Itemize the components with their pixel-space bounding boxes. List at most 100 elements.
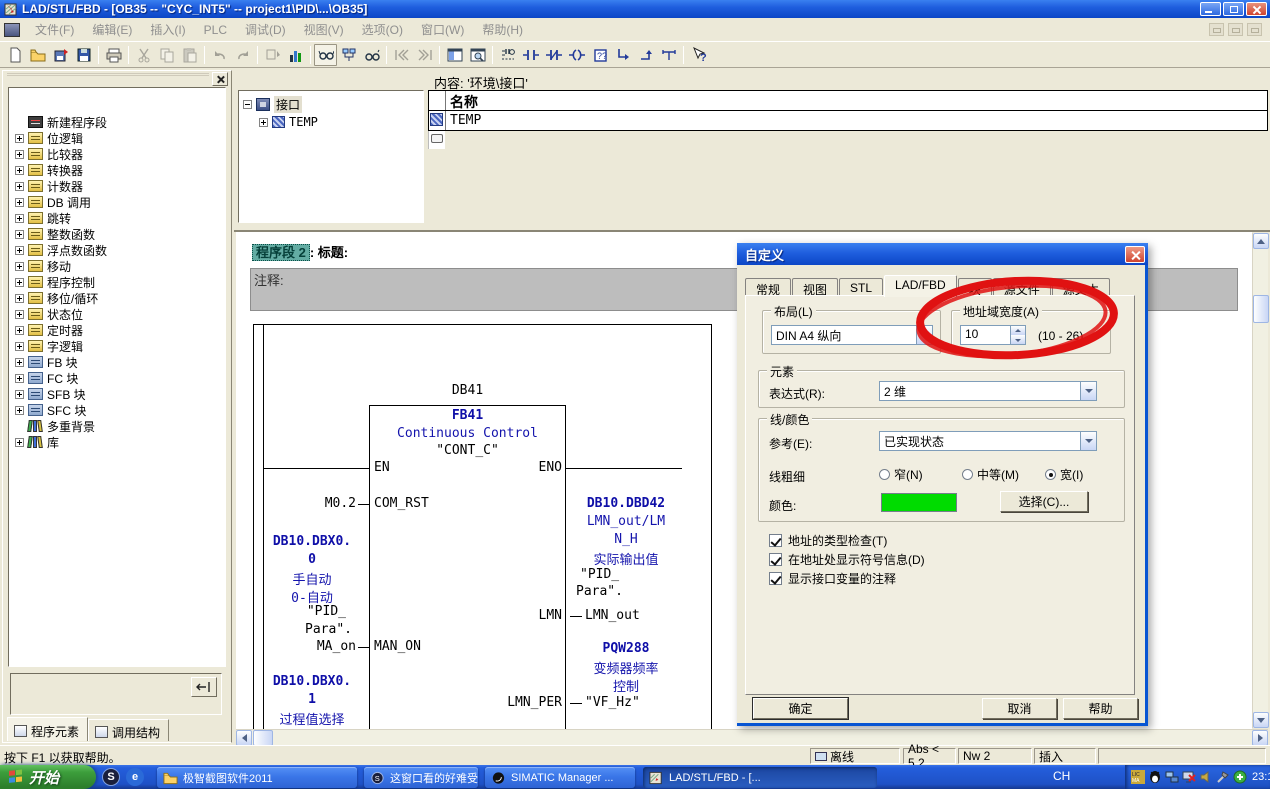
- layout-select[interactable]: DIN A4 纵向: [771, 325, 933, 345]
- expand-icon[interactable]: [15, 358, 24, 367]
- tree-item-timer[interactable]: 定时器: [13, 322, 107, 338]
- tree-item-sfb-blocks[interactable]: SFB 块: [13, 386, 107, 402]
- horizontal-scroll-thumb[interactable]: [253, 730, 273, 746]
- expand-icon[interactable]: [259, 118, 268, 127]
- expand-icon[interactable]: [15, 390, 24, 399]
- split-window-icon[interactable]: [443, 44, 466, 66]
- menu-edit[interactable]: 编辑(E): [83, 18, 141, 41]
- expand-icon[interactable]: [15, 166, 24, 175]
- scroll-right-icon[interactable]: [1252, 730, 1268, 746]
- tree-item-program-control[interactable]: 程序控制: [13, 274, 107, 290]
- qq-icon[interactable]: [1148, 770, 1162, 784]
- save-icon[interactable]: [72, 44, 95, 66]
- branch-t-icon[interactable]: [657, 44, 680, 66]
- network-label[interactable]: 程序段 2: [252, 244, 310, 261]
- vertical-scroll-thumb[interactable]: [1253, 295, 1269, 323]
- context-help-icon[interactable]: ?: [687, 44, 710, 66]
- radio-medium[interactable]: 中等(M): [962, 466, 1019, 483]
- contact-no-icon[interactable]: [519, 44, 542, 66]
- network-diagram[interactable]: DB41 FB41 Continuous Control "CONT_C" EN…: [253, 324, 712, 729]
- tree-item-new-network[interactable]: 新建程序段: [13, 114, 107, 130]
- paste-icon[interactable]: [178, 44, 201, 66]
- license-manager-icon[interactable]: LICMA: [1131, 770, 1145, 784]
- menu-help[interactable]: 帮助(H): [473, 18, 532, 41]
- collapse-icon[interactable]: [243, 100, 252, 109]
- network-view-icon[interactable]: [337, 44, 360, 66]
- tool-icon[interactable]: [1216, 770, 1230, 784]
- tree-item-sfc-blocks[interactable]: SFC 块: [13, 402, 107, 418]
- overview-window-icon[interactable]: [466, 44, 489, 66]
- expand-icon[interactable]: [15, 230, 24, 239]
- expand-icon[interactable]: [15, 326, 24, 335]
- download-plc-icon[interactable]: [261, 44, 284, 66]
- browser-s-icon[interactable]: S: [102, 768, 120, 786]
- chevron-down-icon[interactable]: [1080, 432, 1096, 450]
- display-disabled-icon[interactable]: [1182, 770, 1196, 784]
- language-indicator[interactable]: CH: [1053, 769, 1070, 783]
- tree-item-status-bits[interactable]: 状态位: [13, 306, 107, 322]
- expand-icon[interactable]: [15, 198, 24, 207]
- chevron-down-icon[interactable]: [1080, 382, 1096, 400]
- tree-item-counter[interactable]: 计数器: [13, 178, 107, 194]
- output-lmnper-address[interactable]: PQW288: [576, 641, 676, 656]
- save-online-icon[interactable]: [49, 44, 72, 66]
- print-icon[interactable]: [102, 44, 125, 66]
- menu-debug[interactable]: 调试(D): [236, 18, 295, 41]
- open-folder-icon[interactable]: [26, 44, 49, 66]
- expand-icon[interactable]: [15, 374, 24, 383]
- expand-icon[interactable]: [15, 150, 24, 159]
- expand-icon[interactable]: [15, 310, 24, 319]
- undo-icon[interactable]: [208, 44, 231, 66]
- mdi-child-icon[interactable]: [4, 23, 20, 37]
- spin-down-icon[interactable]: [1011, 335, 1025, 344]
- expand-icon[interactable]: [15, 438, 24, 447]
- cut-icon[interactable]: [132, 44, 155, 66]
- expand-icon[interactable]: [15, 342, 24, 351]
- help-button[interactable]: 帮助: [1063, 698, 1138, 719]
- internet-explorer-icon[interactable]: e: [126, 768, 144, 786]
- type-check-checkbox[interactable]: 地址的类型检查(T): [769, 532, 887, 549]
- menu-options[interactable]: 选项(O): [353, 18, 412, 41]
- tree-item-comparator[interactable]: 比较器: [13, 146, 107, 162]
- tree-item-fc-blocks[interactable]: FC 块: [13, 370, 107, 386]
- scroll-down-icon[interactable]: [1253, 712, 1269, 728]
- new-row-marker[interactable]: [428, 131, 445, 149]
- radio-narrow[interactable]: 窄(N): [879, 466, 923, 483]
- tree-item-db-call[interactable]: DB 调用: [13, 194, 107, 210]
- operand-man-address-1[interactable]: DB10.DBX0.: [266, 534, 358, 549]
- tree-item-multi-instance[interactable]: 多重背景: [13, 418, 107, 434]
- tree-item-integer-fn[interactable]: 整数函数: [13, 226, 107, 242]
- menu-window[interactable]: 窗口(W): [412, 18, 473, 41]
- taskbar-item-browser-window[interactable]: S 这窗口看的好难受...: [364, 767, 478, 788]
- ok-button[interactable]: 确定: [753, 698, 848, 719]
- close-button[interactable]: [1246, 2, 1267, 16]
- next-error-icon[interactable]: [413, 44, 436, 66]
- interface-temp-row[interactable]: TEMP: [241, 113, 421, 131]
- tab-call-structure[interactable]: 调用结构: [88, 719, 169, 741]
- dialog-close-icon[interactable]: [1125, 246, 1145, 263]
- operand-m0-2[interactable]: M0.2: [294, 496, 356, 511]
- tab-program-elements[interactable]: 程序元素: [7, 717, 88, 741]
- tree-item-move[interactable]: 移动: [13, 258, 107, 274]
- output-lmn-address[interactable]: DB10.DBD42: [576, 496, 676, 511]
- clock[interactable]: 23:11: [1252, 771, 1270, 783]
- previous-error-icon[interactable]: [390, 44, 413, 66]
- scroll-up-icon[interactable]: [1253, 233, 1269, 249]
- symbol-info-checkbox[interactable]: 在地址处显示符号信息(D): [769, 551, 925, 568]
- interface-comment-checkbox[interactable]: 显示接口变量的注释: [769, 570, 896, 587]
- contact-nc-icon[interactable]: [542, 44, 565, 66]
- expand-icon[interactable]: [15, 294, 24, 303]
- table-row-temp[interactable]: TEMP: [428, 111, 1268, 131]
- coil-output-icon[interactable]: [565, 44, 588, 66]
- menu-plc[interactable]: PLC: [195, 20, 236, 40]
- menu-insert[interactable]: 插入(I): [141, 18, 194, 41]
- expand-icon[interactable]: [15, 262, 24, 271]
- minimize-button[interactable]: [1200, 2, 1221, 16]
- spin-up-icon[interactable]: [1011, 326, 1025, 335]
- taskbar-item-simatic-manager[interactable]: SIMATIC Manager ...: [485, 767, 635, 788]
- monitor-on-off-icon[interactable]: [314, 44, 337, 66]
- tree-item-jump[interactable]: 跳转: [13, 210, 107, 226]
- choose-color-button[interactable]: 选择(C)...: [1000, 491, 1088, 512]
- new-network-icon[interactable]: [496, 44, 519, 66]
- panel-grip[interactable]: [7, 73, 209, 81]
